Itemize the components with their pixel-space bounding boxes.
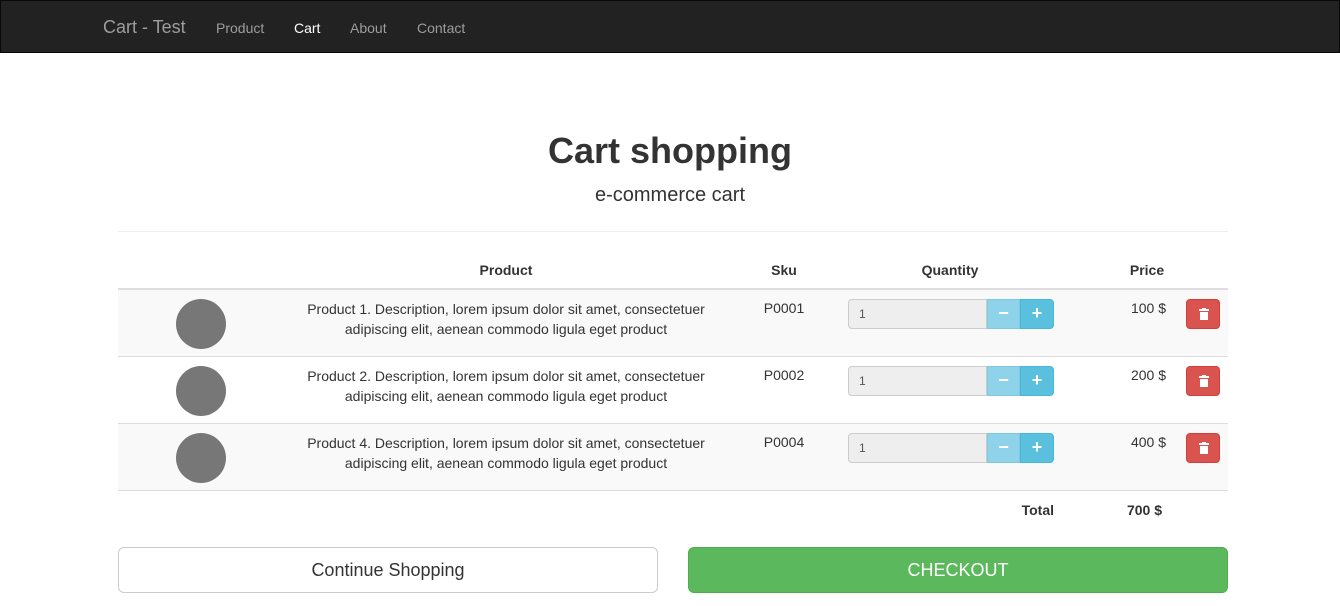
cart-row: Product 2. Description, lorem ipsum dolo… — [118, 357, 1228, 424]
product-sku: P0004 — [763, 434, 805, 450]
cart-row: Product 1. Description, lorem ipsum dolo… — [118, 290, 1228, 357]
product-description: Product 2. Description, lorem ipsum dolo… — [307, 368, 705, 404]
product-thumbnail — [176, 299, 226, 349]
continue-shopping-button[interactable]: Continue Shopping — [118, 547, 658, 593]
product-price: 400 $ — [1130, 434, 1166, 450]
page-title: Cart shopping — [548, 130, 792, 171]
product-thumbnail — [176, 433, 226, 483]
nav-link-cart[interactable]: Cart — [294, 20, 320, 36]
cart-row: Product 4. Description, lorem ipsum dolo… — [118, 424, 1228, 491]
quantity-input[interactable] — [848, 433, 987, 463]
trash-icon — [1199, 375, 1209, 387]
nav-link-product[interactable]: Product — [216, 20, 264, 36]
navbar-brand[interactable]: Cart - Test — [103, 17, 186, 38]
increase-quantity-button[interactable]: + — [1020, 299, 1054, 329]
increase-quantity-button[interactable]: + — [1020, 433, 1054, 463]
column-header-quantity: Quantity — [921, 262, 979, 278]
increase-quantity-button[interactable]: + — [1020, 366, 1054, 396]
header-divider — [118, 231, 1228, 232]
decrease-quantity-button[interactable]: − — [987, 366, 1020, 396]
remove-item-button[interactable] — [1186, 299, 1220, 329]
product-sku: P0001 — [763, 300, 805, 316]
page-subtitle: e-commerce cart — [594, 184, 746, 206]
trash-icon — [1199, 442, 1209, 454]
decrease-quantity-button[interactable]: − — [987, 433, 1020, 463]
product-description: Product 4. Description, lorem ipsum dolo… — [307, 435, 705, 471]
nav-link-contact[interactable]: Contact — [417, 20, 465, 36]
quantity-input[interactable] — [848, 366, 987, 396]
quantity-input[interactable] — [848, 299, 987, 329]
trash-icon — [1199, 308, 1209, 320]
product-description: Product 1. Description, lorem ipsum dolo… — [307, 301, 705, 337]
top-navbar: Cart - Test Product Cart About Contact — [0, 0, 1340, 53]
total-label: Total — [1021, 502, 1054, 518]
column-header-product: Product — [479, 262, 533, 278]
product-price: 100 $ — [1130, 300, 1166, 316]
column-header-price: Price — [1129, 262, 1165, 278]
nav-link-about[interactable]: About — [350, 20, 387, 36]
remove-item-button[interactable] — [1186, 433, 1220, 463]
product-price: 200 $ — [1130, 367, 1166, 383]
total-value: 700 $ — [1126, 502, 1162, 518]
remove-item-button[interactable] — [1186, 366, 1220, 396]
column-header-sku: Sku — [771, 262, 797, 278]
decrease-quantity-button[interactable]: − — [987, 299, 1020, 329]
checkout-button[interactable]: CHECKOUT — [688, 547, 1228, 593]
product-thumbnail — [176, 366, 226, 416]
product-sku: P0002 — [763, 367, 805, 383]
